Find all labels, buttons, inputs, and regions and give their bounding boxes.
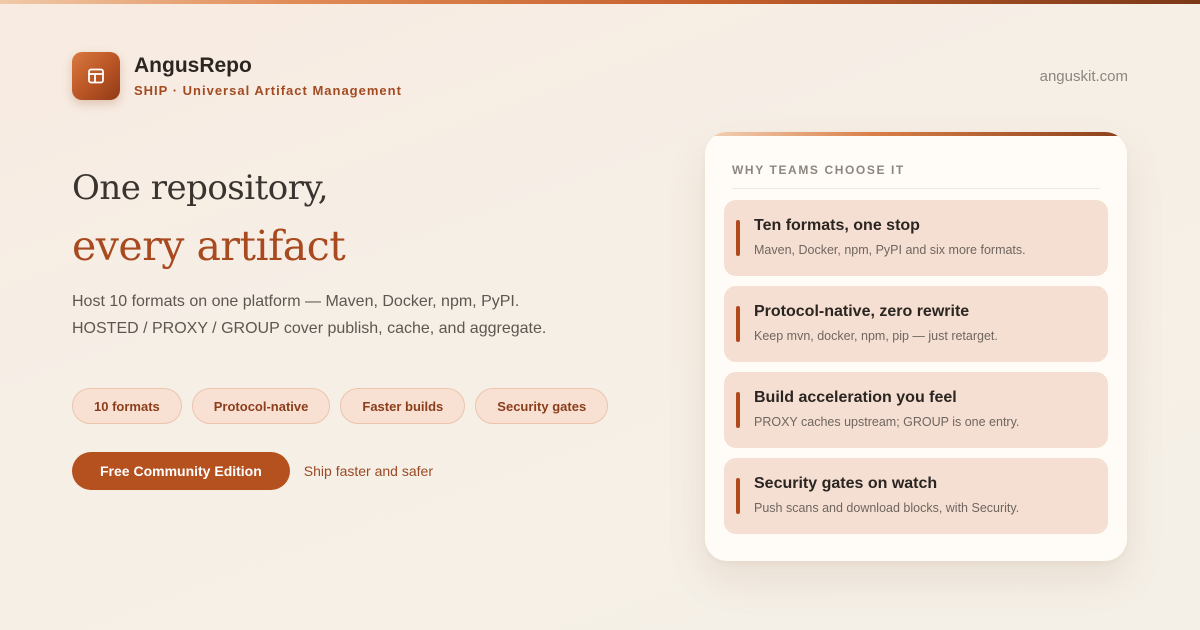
reason-title: Security gates on watch <box>754 475 938 492</box>
accent-bar <box>736 220 740 256</box>
free-community-edition-button[interactable]: Free Community Edition <box>72 452 290 490</box>
top-accent-bar <box>0 0 1200 4</box>
reason-description: PROXY caches upstream; GROUP is one entr… <box>754 415 1020 429</box>
pill-security-gates: Security gates <box>475 388 609 424</box>
reason-item: Ten formats, one stop Maven, Docker, npm… <box>724 200 1108 276</box>
site-link[interactable]: anguskit.com <box>1040 68 1128 85</box>
accent-bar <box>736 306 740 342</box>
box-window-icon[interactable] <box>72 52 120 100</box>
pill-faster-builds: Faster builds <box>340 388 466 424</box>
why-teams-card: WHY TEAMS CHOOSE IT Ten formats, one sto… <box>705 132 1127 561</box>
reason-title: Build acceleration you feel <box>754 389 957 406</box>
reason-title: Protocol-native, zero rewrite <box>754 303 970 320</box>
hero-description-line2: HOSTED / PROXY / GROUP cover publish, ca… <box>72 320 547 337</box>
hero-heading-line1: One repository, <box>72 168 329 208</box>
pill-formats: 10 formats <box>72 388 182 424</box>
reason-title: Ten formats, one stop <box>754 217 920 234</box>
brand-name: AngusRepo <box>134 54 252 77</box>
brand-tagline: SHIP · Universal Artifact Management <box>134 83 402 98</box>
pill-protocol-native: Protocol-native <box>191 388 331 424</box>
cta-row: Free Community Edition Ship faster and s… <box>72 452 433 490</box>
hero-description: Host 10 formats on one platform — Maven,… <box>72 288 632 342</box>
card-title: WHY TEAMS CHOOSE IT <box>732 163 1100 189</box>
accent-bar <box>736 478 740 514</box>
reason-item: Protocol-native, zero rewrite Keep mvn, … <box>724 286 1108 362</box>
cta-note: Ship faster and safer <box>303 463 433 479</box>
hero-heading-line2: every artifact <box>72 222 346 270</box>
hero-description-line1: Host 10 formats on one platform — Maven,… <box>72 293 520 310</box>
brand-header: AngusRepo SHIP · Universal Artifact Mana… <box>72 52 402 100</box>
reason-item: Security gates on watch Push scans and d… <box>724 458 1108 534</box>
reason-description: Maven, Docker, npm, PyPI and six more fo… <box>754 243 1026 257</box>
feature-pills: 10 formats Protocol-native Faster builds… <box>72 388 609 424</box>
reason-description: Push scans and download blocks, with Sec… <box>754 501 1020 515</box>
accent-bar <box>736 392 740 428</box>
reason-item: Build acceleration you feel PROXY caches… <box>724 372 1108 448</box>
reason-description: Keep mvn, docker, npm, pip — just retarg… <box>754 329 998 343</box>
